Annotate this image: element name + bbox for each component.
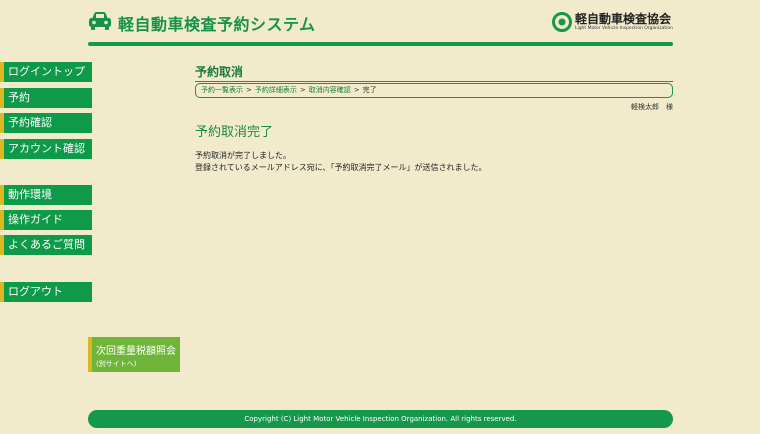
copyright-text: Copyright (C) Light Motor Vehicle Inspec… [244, 415, 517, 423]
external-site-note: (別サイトへ) [96, 360, 137, 368]
org-name: 軽自動車検査協会 [574, 11, 671, 26]
org-subtitle: Light Motor Vehicle Inspection Organizat… [574, 25, 673, 31]
breadcrumb-separator: > [246, 86, 252, 94]
org-logo[interactable]: 軽自動車検査協会 Light Motor Vehicle Inspection … [551, 10, 673, 34]
sidebar-item-faq[interactable]: よくあるご質問 [0, 235, 92, 255]
sidebar-item-guide[interactable]: 操作ガイド [0, 210, 92, 230]
page-title: 予約取消 [195, 65, 244, 79]
message-line-2: 登録されているメールアドレス宛に、「予約取消完了メール」が送信されました。 [195, 163, 487, 172]
breadcrumb: 予約一覧表示 > 予約詳細表示 > 取消内容確認 > 完了 [195, 83, 673, 98]
footer: Copyright (C) Light Motor Vehicle Inspec… [88, 410, 673, 428]
breadcrumb-separator: > [299, 86, 306, 94]
title-underline [195, 81, 673, 82]
breadcrumb-item-detail[interactable]: 予約詳細表示 [255, 86, 297, 94]
sidebar-item-logout[interactable]: ログアウト [0, 282, 92, 302]
header-divider [88, 42, 673, 46]
car-icon [89, 12, 111, 30]
sidebar-item-weight-tax-lookup[interactable]: 次回重量税額照会 (別サイトへ) [88, 337, 180, 372]
breadcrumb-item-cancel-confirm[interactable]: 取消内容確認 [309, 86, 351, 94]
sidebar-item-login-top[interactable]: ログイントップ [0, 62, 92, 82]
message-line-1: 予約取消が完了しました。 [195, 151, 291, 160]
app-title: 軽自動車検査予約システム [118, 15, 316, 34]
header: 軽自動車検査予約システム 軽自動車検査協会 Light Motor Vehicl… [88, 10, 673, 34]
sidebar-item-reservation-check[interactable]: 予約確認 [0, 113, 92, 133]
breadcrumb-item-complete: 完了 [362, 86, 377, 94]
sidebar-item-account-check[interactable]: アカウント確認 [0, 139, 92, 159]
complete-heading: 予約取消完了 [195, 125, 274, 140]
org-logo-icon [551, 12, 572, 32]
breadcrumb-item-list[interactable]: 予約一覧表示 [201, 86, 243, 94]
sidebar-item-environment[interactable]: 動作環境 [0, 185, 92, 205]
user-name: 軽検太郎 様 [631, 103, 673, 111]
weight-tax-label: 次回重量税額照会 [96, 346, 176, 357]
sidebar-item-reservation[interactable]: 予約 [0, 88, 92, 108]
breadcrumb-separator: > [353, 86, 360, 94]
